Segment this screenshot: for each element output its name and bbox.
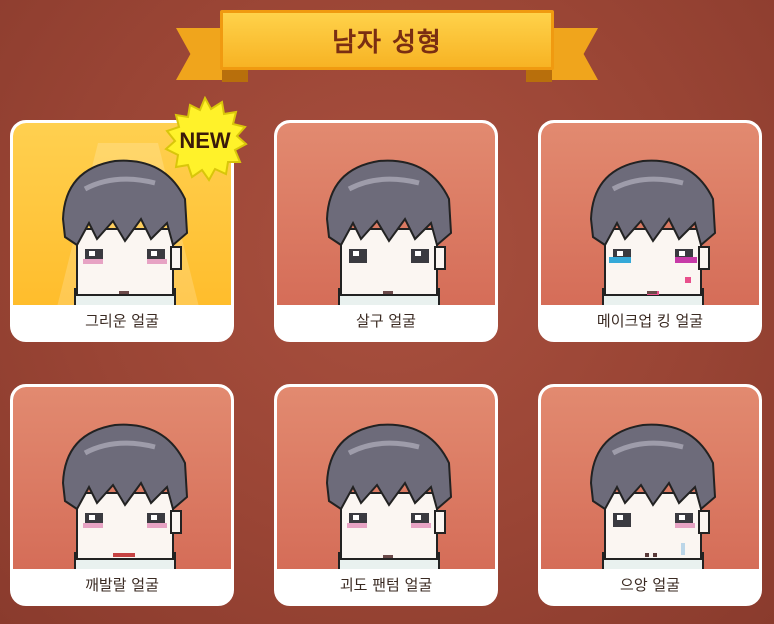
new-badge: NEW — [160, 95, 250, 186]
face-preview — [541, 387, 759, 569]
face-card-label: 그리운 얼굴 — [85, 312, 159, 330]
ribbon-band: 남자 성형 — [220, 10, 554, 70]
character-face-icon — [325, 423, 453, 569]
face-card[interactable]: 괴도 팬텀 얼굴 — [274, 384, 498, 606]
face-preview — [277, 123, 495, 305]
face-card-label: 메이크업 킹 얼굴 — [596, 312, 704, 330]
face-card-label: 으앙 얼굴 — [620, 576, 680, 594]
title-ribbon: 남자 성형 — [176, 8, 598, 90]
face-preview — [277, 387, 495, 569]
character-face-icon — [61, 423, 189, 569]
face-card[interactable]: 살구 얼굴 — [274, 120, 498, 342]
character-face-icon — [325, 159, 453, 305]
face-preview — [13, 387, 231, 569]
face-card-label: 살구 얼굴 — [356, 312, 416, 330]
ribbon-fold-right — [526, 68, 552, 82]
page-title: 남자 성형 — [332, 27, 442, 58]
face-preview — [541, 123, 759, 305]
face-card-label: 깨발랄 얼굴 — [85, 576, 159, 594]
face-card[interactable]: 깨발랄 얼굴 — [10, 384, 234, 606]
character-face-icon — [589, 159, 717, 305]
character-face-icon — [589, 423, 717, 569]
face-card[interactable]: 메이크업 킹 얼굴 — [538, 120, 762, 342]
ribbon-fold-left — [222, 68, 248, 82]
face-card-label: 괴도 팬텀 얼굴 — [339, 576, 433, 594]
new-badge-text: NEW — [179, 128, 231, 153]
face-card[interactable]: 으앙 얼굴 — [538, 384, 762, 606]
